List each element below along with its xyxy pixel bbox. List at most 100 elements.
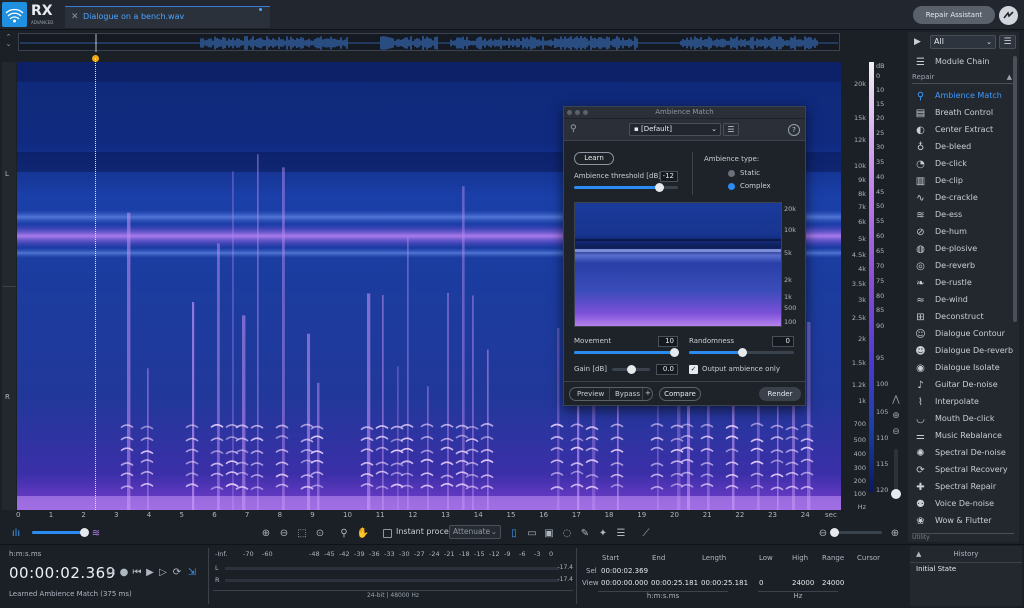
module-item[interactable]: ☺ Dialogue Contour — [908, 326, 1019, 343]
dialog-title[interactable]: Ambience Match — [564, 107, 805, 118]
zoom-out-icon[interactable]: ⊖ — [277, 527, 291, 540]
preset-menu-icon[interactable]: ☰ — [723, 123, 739, 136]
play-selection-icon[interactable]: ▷ — [156, 566, 170, 579]
headphones-icon[interactable]: ☊ — [104, 566, 118, 579]
loop-icon[interactable]: ⟳ — [170, 566, 184, 579]
record-icon[interactable]: ● — [117, 566, 131, 579]
close-window-icon[interactable] — [567, 110, 572, 115]
module-item[interactable]: ⚲ Ambience Match — [908, 88, 1019, 105]
minimize-window-icon[interactable] — [575, 110, 580, 115]
follow-playhead-icon[interactable]: ⇲ — [185, 566, 199, 579]
render-button[interactable]: Render — [759, 387, 801, 401]
add-bypass-icon[interactable]: + — [645, 389, 651, 397]
zoom-in-vertical-icon[interactable]: ⊕ — [890, 411, 902, 423]
view-high-field[interactable]: 24000 — [792, 579, 814, 587]
module-item[interactable]: ◎ De-reverb — [908, 258, 1019, 275]
zoom-selection-icon[interactable]: ⬚ — [295, 527, 309, 540]
horizontal-zoom-in-icon[interactable]: ⊕ — [888, 527, 902, 540]
history-header[interactable]: ▲ History — [910, 550, 1022, 558]
movement-slider-knob[interactable] — [670, 348, 679, 357]
module-item[interactable]: ❧ De-rustle — [908, 275, 1019, 292]
module-item[interactable]: ♪ Guitar De-noise — [908, 377, 1019, 394]
hand-tool-icon[interactable]: ✋ — [356, 527, 370, 540]
izotope-logo-icon[interactable] — [999, 6, 1018, 25]
frequency-selection-tool-icon[interactable]: ▭ — [525, 527, 539, 540]
zoom-window-icon[interactable] — [583, 110, 588, 115]
history-item[interactable]: Initial State — [916, 565, 956, 573]
module-item[interactable]: ◡ Mouth De-click — [908, 411, 1019, 428]
module-item[interactable]: ◐ Center Extract — [908, 122, 1019, 139]
instant-process-mode-dropdown[interactable]: Attenuate ⌄ — [449, 525, 501, 539]
play-icon[interactable]: ▶ — [143, 566, 157, 579]
threshold-slider-knob[interactable] — [655, 183, 665, 192]
brush-tool-icon[interactable]: ✎ — [578, 527, 592, 540]
go-to-start-icon[interactable]: ⏮ — [130, 566, 144, 579]
module-item[interactable]: ≋ De-ess — [908, 207, 1019, 224]
module-menu-icon[interactable]: ☰ — [999, 35, 1016, 49]
close-tab-icon[interactable]: ✕ — [71, 12, 79, 22]
module-item[interactable]: ◉ Dialogue Isolate — [908, 360, 1019, 377]
waveform-scale-icon[interactable]: ⋀ — [890, 395, 902, 407]
zoom-in-icon[interactable]: ⊕ — [259, 527, 273, 540]
view-range-field[interactable]: 24000 — [822, 579, 844, 587]
threshold-value-field[interactable]: -12 — [660, 171, 678, 182]
gain-envelope-icon[interactable]: ⟋ — [639, 527, 653, 540]
horizontal-zoom-knob[interactable] — [830, 528, 839, 537]
playhead[interactable] — [95, 58, 96, 510]
vertical-zoom-slider[interactable] — [894, 449, 898, 494]
module-item[interactable]: ▥ De-clip — [908, 173, 1019, 190]
file-tab[interactable]: ✕ Dialogue on a bench.wav — [65, 6, 270, 28]
blend-slider-knob[interactable] — [80, 528, 89, 537]
repair-section-header[interactable]: Repair ▲ — [912, 73, 1014, 84]
compare-button[interactable]: Compare — [659, 387, 701, 401]
harmonic-selection-icon[interactable]: ☰ — [614, 527, 628, 540]
magic-wand-icon[interactable]: ✦ — [596, 527, 610, 540]
time-frequency-selection-icon[interactable]: ▣ — [542, 527, 556, 540]
output-ambience-checkbox[interactable]: ✓ — [689, 365, 698, 374]
instant-process-checkbox[interactable] — [383, 529, 392, 538]
gain-slider-knob[interactable] — [627, 365, 636, 374]
module-item[interactable]: ☻ Dialogue De-reverb — [908, 343, 1019, 360]
view-end-field[interactable]: 00:00:25.181 — [651, 579, 698, 587]
module-item[interactable]: ≈ De-wind — [908, 292, 1019, 309]
time-format-label[interactable]: h:m:s.ms — [9, 550, 41, 558]
module-item[interactable]: ◔ De-click — [908, 156, 1019, 173]
learn-button[interactable]: Learn — [574, 152, 614, 165]
sel-start-field[interactable]: 00:00:02.369 — [601, 567, 648, 575]
horizontal-zoom-out-icon[interactable]: ⊖ — [816, 527, 830, 540]
module-panel-scrollbar[interactable] — [1013, 56, 1017, 322]
module-filter-dropdown[interactable]: All ⌄ — [930, 35, 996, 49]
preview-button[interactable]: Preview — [577, 390, 604, 398]
module-item[interactable]: ♁ De-bleed — [908, 139, 1019, 156]
bypass-button[interactable]: Bypass — [615, 390, 640, 398]
module-item[interactable]: ∿ De-crackle — [908, 190, 1019, 207]
zoom-tool-icon[interactable]: ⚲ — [337, 527, 351, 540]
module-item[interactable]: ◍ De-plosive — [908, 241, 1019, 258]
utility-section-header[interactable]: Utility — [912, 533, 1014, 541]
module-item[interactable]: ❀ Wow & Flutter — [908, 513, 1019, 530]
module-item[interactable]: ✚ Spectral Repair — [908, 479, 1019, 496]
complex-radio[interactable] — [728, 183, 735, 190]
module-item[interactable]: ⟳ Spectral Recovery — [908, 462, 1019, 479]
vertical-zoom-knob[interactable] — [891, 489, 901, 499]
module-item[interactable]: ▤ Breath Control — [908, 105, 1019, 122]
waveform-view-icon[interactable]: ılı — [9, 527, 23, 540]
lasso-tool-icon[interactable]: ◌ — [560, 527, 574, 540]
module-chain-item[interactable]: ☰ Module Chain — [908, 54, 1019, 71]
module-item[interactable]: ⚌ Music Rebalance — [908, 428, 1019, 445]
zoom-fit-icon[interactable]: ⊙ — [313, 527, 327, 540]
channel-strip[interactable] — [2, 62, 16, 510]
static-radio[interactable] — [728, 170, 735, 177]
movement-value-field[interactable]: 10 — [658, 336, 678, 347]
gain-value-field[interactable]: 0.0 — [656, 364, 678, 375]
horizontal-zoom-slider[interactable] — [832, 531, 882, 534]
randomness-slider-knob[interactable] — [737, 348, 747, 357]
randomness-value-field[interactable]: 0 — [772, 336, 794, 347]
module-item[interactable]: ✺ Spectral De-noise — [908, 445, 1019, 462]
overview-toggle-icon[interactable]: ⌃ ⌄ — [3, 34, 14, 49]
time-selection-tool-icon[interactable]: ▯ — [507, 527, 521, 540]
preset-dropdown[interactable]: ▪ [Default] ⌄ — [629, 123, 721, 136]
module-item[interactable]: ⚉ Voice De-noise — [908, 496, 1019, 513]
play-module-icon[interactable]: ▶ — [914, 37, 921, 47]
repair-assistant-button[interactable]: Repair Assistant — [913, 6, 995, 24]
